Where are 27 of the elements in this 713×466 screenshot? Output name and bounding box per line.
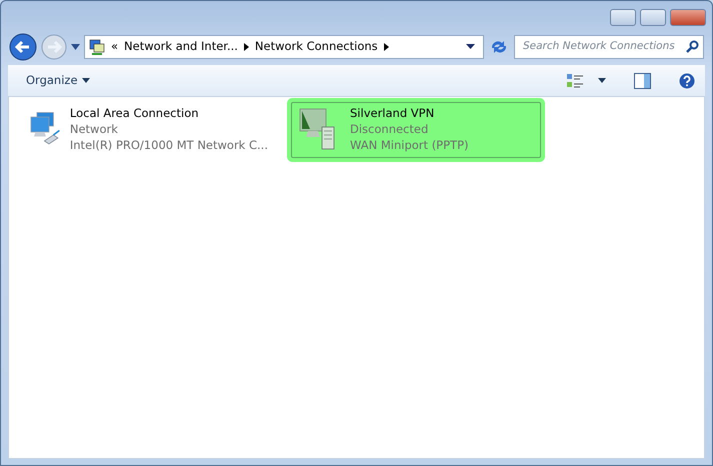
organize-button[interactable]: Organize (26, 72, 90, 90)
breadcrumb[interactable]: Network and Inter... (124, 38, 238, 56)
breadcrumb[interactable]: Network Connections (254, 38, 378, 56)
chevron-icon[interactable] (244, 42, 249, 50)
network-folder-icon (89, 38, 105, 54)
device-name: Intel(R) PRO/1000 MT Network C... (70, 137, 268, 153)
connection-item[interactable]: Local Area Connection Network Intel(R) PRO/1000 MT Network C... (23, 102, 273, 158)
connection-name: Local Area Connection (70, 105, 200, 121)
connection-status: Network (70, 121, 119, 137)
overflow-chevron[interactable]: « (111, 38, 118, 56)
view-icon[interactable] (566, 72, 584, 88)
device-name: WAN Miniport (PPTP) (350, 137, 468, 153)
maximize-button[interactable] (640, 9, 666, 26)
caret-icon[interactable] (598, 78, 606, 83)
connection-name: Silverland VPN (350, 105, 436, 121)
dropdown-icon[interactable] (466, 44, 475, 49)
help-icon[interactable] (679, 72, 695, 88)
preview-pane-icon[interactable] (634, 72, 651, 88)
search-icon[interactable] (686, 40, 699, 53)
chevron-icon[interactable] (384, 42, 389, 50)
dropdown-icon[interactable] (71, 44, 80, 50)
caret-icon (82, 78, 90, 83)
back-icon[interactable] (9, 32, 37, 60)
address-bar[interactable]: « Network and Inter... Network Connections (84, 34, 484, 58)
connection-status: Disconnected (350, 121, 430, 137)
search-field[interactable]: Search Network Connections (514, 34, 704, 58)
minimize-button[interactable] (610, 9, 636, 26)
